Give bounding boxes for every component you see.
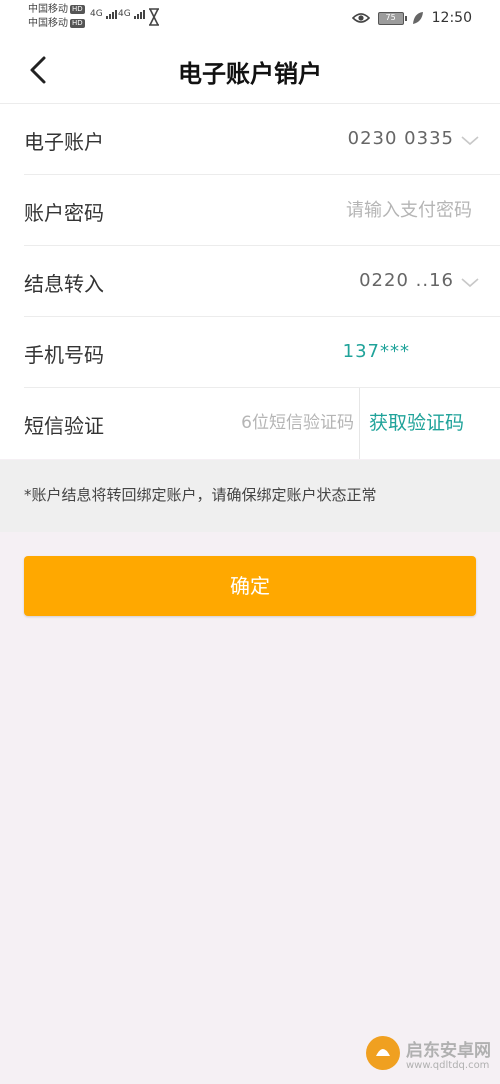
sms-divider bbox=[359, 388, 360, 459]
network-type-2: 4G bbox=[118, 9, 131, 19]
password-input[interactable] bbox=[272, 193, 472, 227]
phone-label: 手机号码 bbox=[24, 343, 104, 367]
carrier-1-label: 中国移动 bbox=[28, 4, 68, 15]
status-right: 75 12:50 bbox=[351, 8, 472, 28]
page-header: 电子账户销户 bbox=[0, 36, 500, 104]
sms-code-input[interactable] bbox=[204, 406, 354, 440]
leaf-icon bbox=[412, 12, 423, 24]
clock: 12:50 bbox=[431, 10, 472, 26]
hd-badge-2: HD bbox=[70, 18, 85, 28]
account-value: 0230 0335 bbox=[347, 128, 454, 149]
signal-icon-1: 4G bbox=[90, 9, 118, 19]
interest-row[interactable]: 结息转入 0220 ..16 bbox=[24, 246, 500, 317]
carrier-2-label: 中国移动 bbox=[28, 18, 68, 29]
account-label: 电子账户 bbox=[24, 130, 104, 154]
watermark-logo-icon bbox=[366, 1036, 400, 1070]
watermark-url: www.qdltdq.com bbox=[406, 1060, 490, 1071]
cancellation-form: 电子账户 0230 0335 账户密码 结息转入 0220 ..16 手机号码 … bbox=[0, 104, 500, 459]
carrier-1: 中国移动 HD bbox=[28, 4, 85, 16]
password-row: 账户密码 bbox=[24, 175, 500, 246]
interest-account-value: 0220 ..16 bbox=[359, 270, 454, 291]
carrier-2: 中国移动 HD bbox=[28, 18, 85, 30]
phone-value: 137*** bbox=[342, 341, 410, 362]
hd-badge-1: HD bbox=[70, 4, 85, 14]
battery-icon: 75 bbox=[377, 11, 407, 25]
sms-label: 短信验证 bbox=[24, 414, 104, 438]
signal-icon-2: 4G bbox=[118, 9, 146, 19]
phone-row: 手机号码 137*** bbox=[24, 317, 500, 388]
page-title: 电子账户销户 bbox=[178, 60, 322, 88]
watermark: 启东安卓网 www.qdltdq.com bbox=[364, 1030, 494, 1078]
chevron-down-icon[interactable] bbox=[460, 272, 480, 292]
chevron-down-icon[interactable] bbox=[460, 130, 480, 150]
sms-row: 短信验证 获取验证码 bbox=[24, 388, 500, 459]
network-type-1: 4G bbox=[90, 9, 103, 19]
interest-label: 结息转入 bbox=[24, 272, 104, 296]
confirm-button[interactable]: 确定 bbox=[24, 556, 476, 616]
eye-icon bbox=[351, 13, 370, 23]
account-row[interactable]: 电子账户 0230 0335 bbox=[24, 104, 500, 175]
status-bar: 中国移动 HD 中国移动 HD 4G 4G 75 12:50 bbox=[0, 0, 500, 36]
hourglass-icon bbox=[149, 8, 159, 26]
watermark-text: 启东安卓网 bbox=[406, 1041, 491, 1061]
password-label: 账户密码 bbox=[24, 201, 104, 225]
notice-text: *账户结息将转回绑定账户，请确保绑定账户状态正常 bbox=[0, 460, 500, 532]
get-code-button[interactable]: 获取验证码 bbox=[369, 408, 464, 435]
